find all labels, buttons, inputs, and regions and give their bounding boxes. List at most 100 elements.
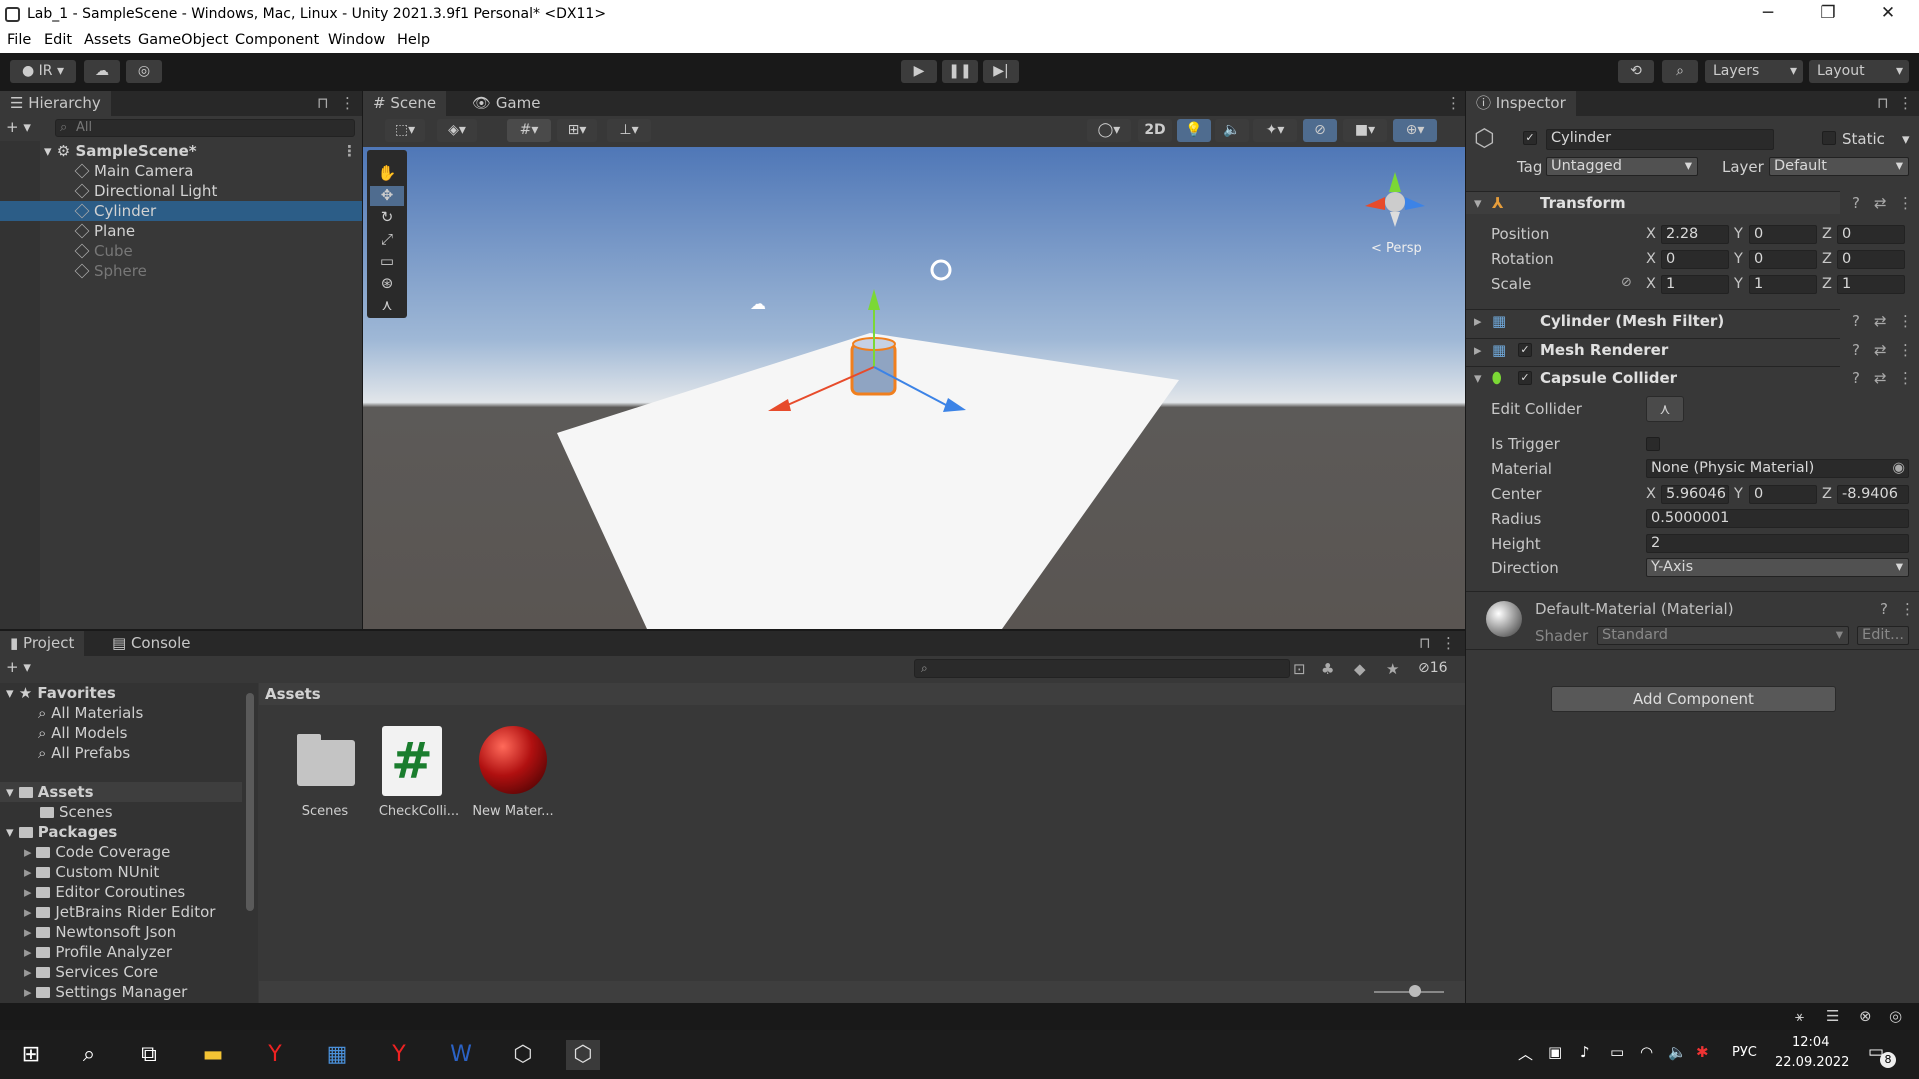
hierarchy-item[interactable]: Sphere	[0, 261, 362, 281]
tab-hierarchy[interactable]: ☰ Hierarchy	[0, 91, 111, 116]
increment-snap-icon[interactable]: ⊞▾	[557, 119, 597, 142]
lock-icon[interactable]: ⊓	[1419, 634, 1431, 652]
tree-scrollbar[interactable]	[246, 693, 254, 911]
lock-icon[interactable]: ⊓	[317, 94, 329, 112]
package-item[interactable]: ▸ Custom NUnit	[24, 862, 159, 882]
tab-project[interactable]: ▮ Project	[0, 631, 85, 656]
kebab-menu-icon[interactable]: ⋮	[1446, 94, 1461, 112]
kebab-menu-icon[interactable]: ⋮	[1900, 600, 1915, 618]
camera-icon[interactable]: ■▾	[1343, 119, 1387, 142]
object-name-field[interactable]: Cylinder	[1546, 129, 1774, 150]
center-y-field[interactable]: 0	[1749, 485, 1817, 504]
package-item[interactable]: ▸ Services Core	[24, 962, 158, 982]
menu-edit[interactable]: Edit	[44, 32, 72, 48]
rotate-tool-icon[interactable]: ↻	[370, 208, 404, 228]
help-icon[interactable]: ?	[1852, 194, 1860, 212]
menu-component[interactable]: Component	[235, 32, 319, 48]
tab-console[interactable]: ▤ Console	[102, 631, 201, 656]
favorite-item[interactable]: ⌕ All Models	[38, 723, 127, 743]
packages-folder[interactable]: ▾ Packages	[6, 822, 117, 842]
grid-snap-icon[interactable]: #▾	[507, 119, 551, 142]
shader-dropdown[interactable]: Standard ▾	[1597, 626, 1849, 645]
move-tool-icon[interactable]: ✥	[370, 186, 404, 206]
persp-label[interactable]: < Persp	[1371, 241, 1422, 256]
hand-tool-icon[interactable]: ✋	[370, 164, 404, 184]
is-trigger-checkbox[interactable]	[1646, 437, 1660, 451]
progress-icon[interactable]: ◎	[1889, 1007, 1902, 1025]
help-icon[interactable]: ?	[1880, 600, 1888, 618]
package-item[interactable]: ▸ Code Coverage	[24, 842, 170, 862]
scale-z-field[interactable]: 1	[1837, 275, 1905, 294]
tab-scene[interactable]: # Scene	[363, 91, 447, 116]
clock-time[interactable]: 12:04	[1792, 1035, 1829, 1050]
audio-icon[interactable]: 🔈	[1215, 119, 1249, 142]
step-button[interactable]: ▶|	[983, 60, 1019, 83]
create-button[interactable]: + ▾	[6, 118, 31, 136]
rotation-z-field[interactable]: 0	[1837, 250, 1905, 269]
shader-edit-button[interactable]: Edit...	[1857, 626, 1909, 645]
menu-help[interactable]: Help	[397, 32, 430, 48]
kebab-menu-icon[interactable]: ⋮	[342, 141, 357, 161]
kebab-menu-icon[interactable]: ⋮	[1898, 312, 1913, 330]
package-item[interactable]: ▸ Newtonsoft Json	[24, 922, 176, 942]
height-field[interactable]: 2	[1646, 534, 1909, 553]
calculator-icon[interactable]: ▦	[320, 1040, 354, 1070]
cloud-icon[interactable]: ☁	[84, 60, 120, 83]
language-indicator[interactable]: РУС	[1732, 1045, 1757, 1060]
history-icon[interactable]: ⟲	[1618, 60, 1654, 83]
menu-window[interactable]: Window	[328, 32, 385, 48]
favorite-item[interactable]: ⌕ All Materials	[38, 703, 143, 723]
asset-folder-item[interactable]: Scenes	[40, 802, 113, 822]
ruler-icon[interactable]: ⊥▾	[607, 119, 651, 142]
windows-start-icon[interactable]: ⊞	[14, 1040, 48, 1070]
package-item[interactable]: ▸ Editor Coroutines	[24, 882, 185, 902]
constrain-proportions-icon[interactable]: ⊘	[1621, 275, 1632, 290]
help-icon[interactable]: ?	[1852, 341, 1860, 359]
mesh-filter-header[interactable]: ▸ ▦ Cylinder (Mesh Filter) ? ⇄ ⋮	[1466, 309, 1913, 332]
account-button[interactable]: ● IR ▾	[10, 60, 76, 83]
lock-icon[interactable]: ⊓	[1877, 94, 1889, 112]
app-tray-icon[interactable]: ✱	[1696, 1043, 1709, 1061]
microphone-icon[interactable]: ♪	[1580, 1043, 1590, 1061]
favorites-header[interactable]: ▾ ★ Favorites	[6, 683, 116, 703]
kebab-menu-icon[interactable]: ⋮	[1898, 369, 1913, 387]
asset-tile[interactable]: # CheckColli...	[379, 726, 459, 826]
search-icon[interactable]: ⌕	[72, 1040, 106, 1070]
tray-camera-icon[interactable]: ▣	[1548, 1043, 1562, 1061]
orbit-icon[interactable]: ◯▾	[1087, 119, 1131, 142]
edit-collider-button[interactable]: ⋏	[1646, 396, 1684, 422]
draw-mode-icon[interactable]: ⬚▾	[385, 119, 425, 142]
tab-game[interactable]: 👁 Game	[462, 91, 550, 116]
rotation-x-field[interactable]: 0	[1661, 250, 1729, 269]
label-icon[interactable]: ◆	[1354, 660, 1366, 678]
object-picker-icon[interactable]: ◉	[1892, 460, 1905, 477]
yandex-icon[interactable]: Y	[382, 1040, 416, 1070]
clock-date[interactable]: 22.09.2022	[1775, 1055, 1849, 1070]
hierarchy-item[interactable]: Main Camera	[0, 161, 362, 181]
center-z-field[interactable]: -8.9406	[1837, 485, 1909, 504]
preset-icon[interactable]: ⇄	[1874, 312, 1887, 330]
unity-editor-icon[interactable]: ⬡	[566, 1040, 600, 1070]
asset-tile[interactable]: New Mater...	[472, 726, 554, 826]
layer-dropdown[interactable]: Default ▾	[1769, 157, 1909, 176]
create-button[interactable]: + ▾	[6, 658, 31, 676]
favorite-star-icon[interactable]: ★	[1386, 660, 1399, 678]
task-view-icon[interactable]: ⧉	[132, 1040, 166, 1070]
help-icon[interactable]: ?	[1852, 369, 1860, 387]
position-y-field[interactable]: 0	[1749, 225, 1817, 244]
custom-tool-icon[interactable]: ⋏	[370, 296, 404, 316]
layers-dropdown[interactable]: Layers ▾	[1705, 60, 1803, 83]
static-checkbox[interactable]	[1822, 131, 1836, 145]
capsule-collider-header[interactable]: ▾ ⬮ ✓ Capsule Collider ? ⇄ ⋮	[1466, 366, 1913, 389]
project-search-input[interactable]: ⌕	[914, 659, 1290, 678]
effects-icon[interactable]: ✦▾	[1253, 119, 1297, 142]
scene-root[interactable]: ▾ ⚙ SampleScene* ⋮	[0, 141, 362, 161]
yandex-browser-icon[interactable]: Y	[258, 1040, 292, 1070]
close-button[interactable]: ✕	[1868, 3, 1908, 23]
physic-material-field[interactable]: None (Physic Material) ◉	[1646, 459, 1909, 478]
position-x-field[interactable]: 2.28	[1661, 225, 1729, 244]
menu-assets[interactable]: Assets	[84, 32, 131, 48]
kebab-menu-icon[interactable]: ⋮	[340, 94, 355, 112]
menu-file[interactable]: File	[7, 32, 31, 48]
hierarchy-item[interactable]: Cube	[0, 241, 362, 261]
